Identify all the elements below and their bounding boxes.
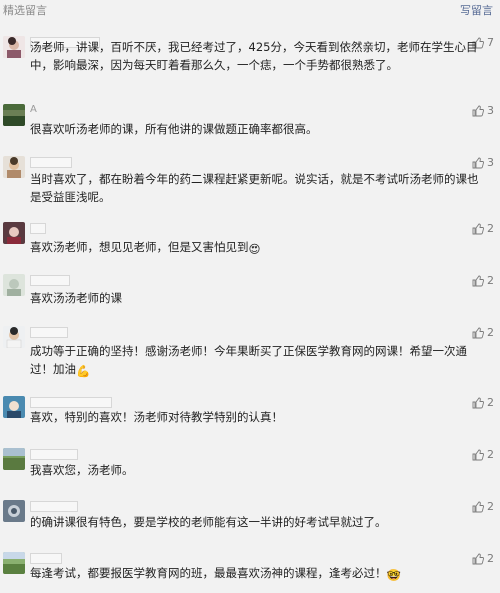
section-title: 精选留言	[3, 4, 47, 17]
username	[30, 501, 78, 512]
comment-text: 我喜欢您，汤老师。	[30, 463, 134, 477]
username	[30, 223, 46, 234]
like-count: 2	[487, 326, 494, 339]
thumb-up-icon	[472, 501, 484, 512]
like-button[interactable]: 2	[472, 500, 494, 513]
comment-text: 每逢考试，都要报医学教育网的班，最最喜欢汤神的课程，逢考必过！🤓	[30, 566, 401, 582]
thumb-up-icon	[472, 397, 484, 408]
emoji-icon: 🤓	[386, 568, 401, 582]
username	[30, 327, 68, 338]
thumb-up-icon	[472, 157, 484, 168]
avatar[interactable]	[3, 552, 25, 574]
like-count: 3	[487, 104, 494, 117]
comment-text: 当时喜欢了，都在盼着今年的药二课程赶紧更新呢。说实话，就是不考试听汤老师的课也是…	[30, 172, 479, 204]
username	[30, 157, 72, 168]
emoji-icon: 😍	[248, 242, 261, 256]
comments-header: 精选留言 写留言	[0, 0, 500, 20]
comment-text: 喜欢汤汤老师的课	[30, 291, 122, 305]
avatar[interactable]	[3, 448, 25, 470]
comment-text: 成功等于正确的坚持！感谢汤老师！今年果断买了正保医学教育网的网课！希望一次通过！…	[30, 344, 467, 378]
like-count: 2	[487, 500, 494, 513]
avatar[interactable]	[3, 326, 25, 348]
like-button[interactable]: 2	[472, 448, 494, 461]
avatar[interactable]	[3, 104, 25, 126]
avatar[interactable]	[3, 274, 25, 296]
like-count: 3	[487, 156, 494, 169]
comment-text: 的确讲课很有特色，要是学校的老师能有这一半讲的好考试早就过了。	[30, 515, 387, 529]
like-count: 2	[487, 552, 494, 565]
like-count: 2	[487, 274, 494, 287]
avatar[interactable]	[3, 36, 25, 58]
avatar[interactable]	[3, 156, 25, 178]
comment-text: 汤老师，讲课，百听不厌，我已经考过了，425分，今天看到依然亲切，老师在学生心目…	[30, 40, 478, 72]
username: A	[30, 104, 37, 115]
thumb-up-icon	[472, 275, 484, 286]
like-button[interactable]: 2	[472, 274, 494, 287]
thumb-up-icon	[472, 327, 484, 338]
username	[30, 449, 78, 460]
like-count: 7	[487, 36, 494, 49]
like-button[interactable]: 3	[472, 104, 494, 117]
like-count: 2	[487, 396, 494, 409]
comment-text: 喜欢，特别的喜欢！汤老师对待教学特别的认真！	[30, 410, 283, 424]
like-button[interactable]: 2	[472, 326, 494, 339]
write-comment-link[interactable]: 写留言	[460, 2, 493, 18]
avatar[interactable]	[3, 396, 25, 418]
username	[30, 553, 62, 564]
like-count: 2	[487, 222, 494, 235]
emoji-icon: 💪	[76, 364, 91, 378]
avatar[interactable]	[3, 222, 25, 244]
comment-text: 喜欢汤老师，想见见老师，但是又害怕见到😍	[30, 240, 261, 256]
thumb-up-icon	[472, 553, 484, 564]
like-button[interactable]: 2	[472, 222, 494, 235]
like-button[interactable]: 3	[472, 156, 494, 169]
username	[30, 397, 112, 408]
comments-page: 精选留言 写留言 7 汤老师，讲课，百听不厌，我已经考过了，425分，今天看到依…	[0, 0, 500, 593]
thumb-up-icon	[472, 449, 484, 460]
thumb-up-icon	[472, 105, 484, 116]
avatar[interactable]	[3, 500, 25, 522]
comment-text: 很喜欢听汤老师的课，所有他讲的课做题正确率都很高。	[30, 122, 318, 136]
thumb-up-icon	[472, 223, 484, 234]
like-count: 2	[487, 448, 494, 461]
username	[30, 275, 70, 286]
